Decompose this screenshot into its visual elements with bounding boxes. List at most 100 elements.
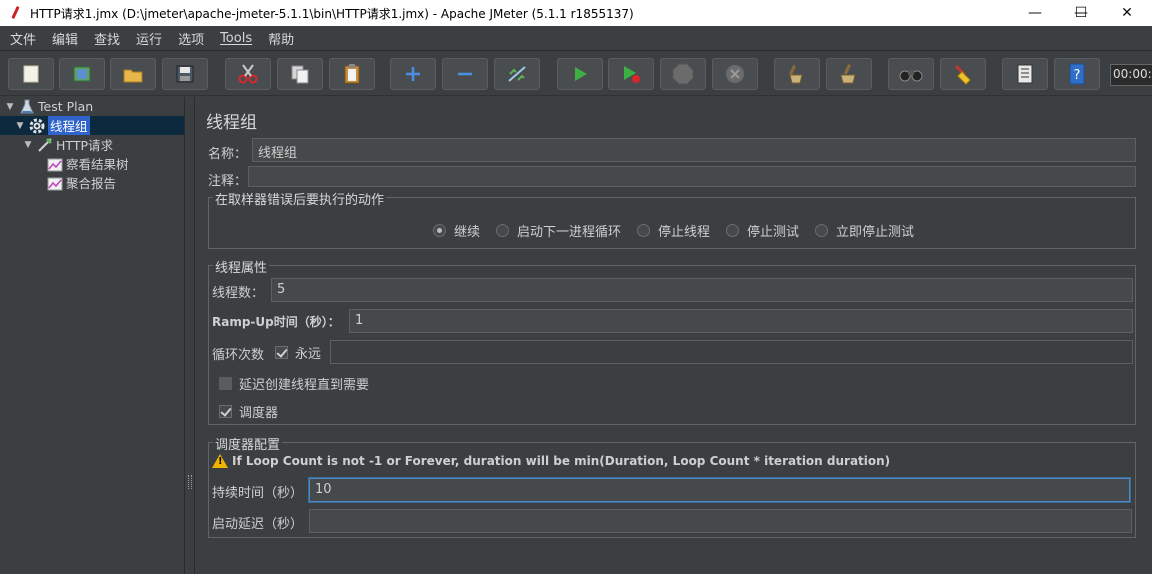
thread-group-panel: 线程组 名称： 线程组 注释： 在取样器错误后要执行的动作 继续 启动下一进程循… xyxy=(196,97,1152,574)
tree-label: Test Plan xyxy=(38,99,94,114)
new-button[interactable] xyxy=(8,58,54,90)
forever-checkbox[interactable]: 永远 xyxy=(275,343,321,362)
maximize-button[interactable]: ☐ xyxy=(1058,0,1104,26)
scheduler-config-legend: 调度器配置 xyxy=(213,434,283,453)
radio-stop-test[interactable]: 停止测试 xyxy=(726,221,799,240)
open-icon xyxy=(123,69,143,83)
radio-start-next-loop[interactable]: 启动下一进程循环 xyxy=(496,221,621,240)
menu-edit[interactable]: 编辑 xyxy=(44,29,86,48)
menu-tools[interactable]: Tools xyxy=(212,31,260,46)
scheduler-warning: If Loop Count is not -1 or Forever, dura… xyxy=(212,454,890,468)
jmeter-feather-icon xyxy=(8,5,24,21)
tree-node-test-plan[interactable]: ▼ Test Plan xyxy=(4,97,93,116)
help-button[interactable]: ? xyxy=(1054,58,1100,90)
tree-label: 线程组 xyxy=(48,116,90,135)
cut-button[interactable] xyxy=(225,58,271,90)
delay-thread-creation-checkbox[interactable]: 延迟创建线程直到需要 xyxy=(219,374,369,393)
radio-stop-test-now[interactable]: 立即停止测试 xyxy=(815,221,914,240)
radio-continue[interactable]: 继续 xyxy=(433,221,480,240)
broom-icon xyxy=(954,64,971,85)
pipette-icon xyxy=(37,137,53,153)
duration-field[interactable]: 10 xyxy=(309,478,1130,502)
collapse-button[interactable] xyxy=(442,58,488,90)
panel-title: 线程组 xyxy=(206,113,257,133)
menu-options[interactable]: 选项 xyxy=(170,29,212,48)
help-icon: ? xyxy=(1069,63,1085,85)
menu-run[interactable]: 运行 xyxy=(128,29,170,48)
toggle-button[interactable] xyxy=(494,58,540,90)
function-helper-icon xyxy=(1017,64,1033,84)
radio-dot[interactable] xyxy=(637,224,650,237)
expand-button[interactable] xyxy=(390,58,436,90)
function-helper-button[interactable] xyxy=(1002,58,1048,90)
minimize-button[interactable]: — xyxy=(1012,0,1058,26)
loop-count-field[interactable] xyxy=(330,340,1133,364)
tree-label: 聚合报告 xyxy=(66,176,117,191)
radio-label: 立即停止测试 xyxy=(836,225,915,240)
title-bar: HTTP请求1.jmx (D:\jmeter\apache-jmeter-5.1… xyxy=(0,0,1152,26)
pane-splitter[interactable] xyxy=(184,97,195,574)
new-icon xyxy=(23,65,39,83)
tree-node-http-request[interactable]: ▼ HTTP请求 xyxy=(22,135,113,154)
start-no-pauses-button[interactable] xyxy=(608,58,654,90)
expand-toggle-icon[interactable]: ▼ xyxy=(4,102,16,112)
checkbox-box[interactable] xyxy=(219,377,232,390)
splitter-grip-icon[interactable] xyxy=(188,475,192,489)
test-plan-tree: ▼ Test Plan ▼ 线程组 ▼ HTTP请求 察看结果树 聚合报告 xyxy=(0,97,184,574)
radio-dot[interactable] xyxy=(496,224,509,237)
search-button[interactable] xyxy=(888,58,934,90)
rampup-field[interactable]: 1 xyxy=(349,309,1133,333)
checkbox-box[interactable] xyxy=(275,346,288,359)
duration-label: 持续时间（秒） xyxy=(212,486,304,501)
tree-node-thread-group[interactable]: ▼ 线程组 xyxy=(14,116,90,135)
scheduler-checkbox[interactable]: 调度器 xyxy=(219,402,278,421)
paste-button[interactable] xyxy=(329,58,375,90)
threads-field[interactable]: 5 xyxy=(271,278,1133,302)
elapsed-timer: 00:00:0 xyxy=(1110,64,1152,86)
tree-label: 察看结果树 xyxy=(66,157,129,172)
menu-search[interactable]: 查找 xyxy=(86,29,128,48)
clear-button[interactable] xyxy=(774,58,820,90)
templates-button[interactable] xyxy=(59,58,105,90)
menu-file[interactable]: 文件 xyxy=(2,29,44,48)
svg-text:?: ? xyxy=(1074,68,1081,83)
checkbox-box[interactable] xyxy=(219,405,232,418)
expand-toggle-icon[interactable]: ▼ xyxy=(22,140,34,150)
stop-button[interactable] xyxy=(660,58,706,90)
menu-help[interactable]: 帮助 xyxy=(260,29,302,48)
gear-icon xyxy=(29,118,45,134)
graph-icon xyxy=(47,156,63,172)
radio-dot[interactable] xyxy=(815,224,828,237)
startup-delay-label: 启动延迟（秒） xyxy=(212,517,304,532)
radio-dot[interactable] xyxy=(433,224,446,237)
minus-icon xyxy=(458,72,472,76)
shutdown-button[interactable] xyxy=(712,58,758,90)
clear-icon xyxy=(788,65,803,84)
comment-field[interactable] xyxy=(248,166,1136,187)
start-button[interactable] xyxy=(557,58,603,90)
error-action-group: 在取样器错误后要执行的动作 继续 启动下一进程循环 停止线程 停止测试 立即停止… xyxy=(208,189,1136,249)
error-action-legend: 在取样器错误后要执行的动作 xyxy=(213,189,387,208)
toggle-icon xyxy=(508,66,526,82)
tree-node-view-results-tree[interactable]: 察看结果树 xyxy=(44,154,129,173)
close-button[interactable]: ✕ xyxy=(1104,0,1150,26)
name-label: 名称： xyxy=(208,147,248,162)
expand-toggle-icon[interactable]: ▼ xyxy=(14,121,26,131)
clear-all-icon xyxy=(840,64,856,84)
checkbox-label: 永远 xyxy=(295,347,322,362)
templates-icon xyxy=(73,66,91,82)
save-button[interactable] xyxy=(162,58,208,90)
toolbar: ? 00:00:0 xyxy=(0,52,1152,96)
radio-dot[interactable] xyxy=(726,224,739,237)
graph-icon xyxy=(47,175,63,191)
radio-stop-thread[interactable]: 停止线程 xyxy=(637,221,710,240)
name-field[interactable]: 线程组 xyxy=(252,138,1136,162)
open-button[interactable] xyxy=(110,58,156,90)
reset-search-button[interactable] xyxy=(940,58,986,90)
binoculars-icon xyxy=(899,70,923,82)
cut-icon xyxy=(238,64,258,84)
copy-button[interactable] xyxy=(277,58,323,90)
tree-node-aggregate-report[interactable]: 聚合报告 xyxy=(44,173,116,192)
clear-all-button[interactable] xyxy=(826,58,872,90)
startup-delay-field[interactable] xyxy=(309,509,1132,533)
